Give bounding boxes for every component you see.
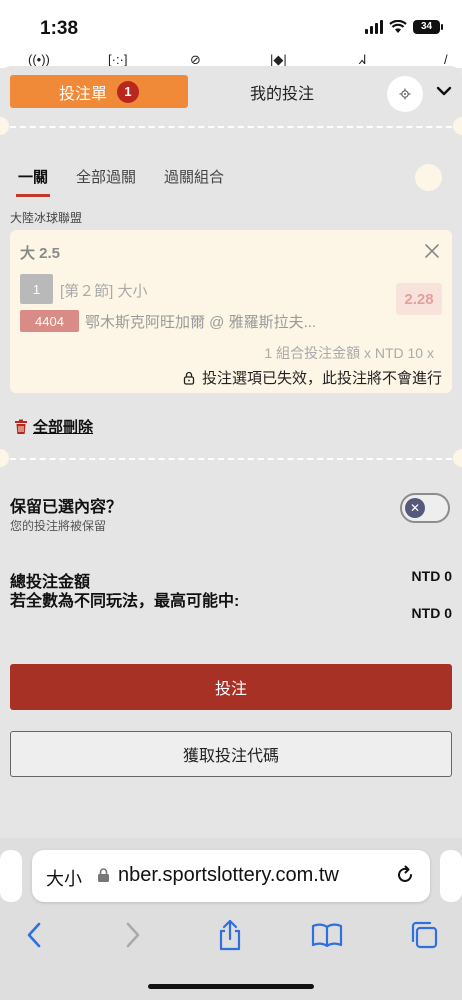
max-win-value: NTD 0 xyxy=(411,605,452,621)
chevron-left-icon xyxy=(27,922,41,948)
chevron-right-icon xyxy=(126,922,140,948)
invalid-notice: 投注選項已失效，此投注將不會進行 xyxy=(182,367,442,388)
tab-parlay-combo[interactable]: 過關組合 xyxy=(164,166,224,187)
delete-all-label: 全部刪除 xyxy=(33,419,94,436)
delete-all-button[interactable]: 全部刪除 xyxy=(14,416,93,437)
ticket-notch xyxy=(453,117,462,135)
bet-type-tabs: 一關 全部過關 過關組合 xyxy=(15,166,252,197)
odds-value: 2.28 xyxy=(396,283,442,315)
event-code-chip: 4404 xyxy=(20,310,79,332)
back-button[interactable] xyxy=(17,918,51,952)
next-tab-edge[interactable] xyxy=(440,850,462,902)
stake-summary: 1 組合投注金額 x NTD 10 x xyxy=(264,345,434,361)
betslip-header: 投注單 1 我的投注 xyxy=(10,75,454,112)
option-toggle[interactable] xyxy=(415,164,442,191)
share-icon xyxy=(219,919,241,951)
trash-icon xyxy=(15,419,27,434)
tabs-icon xyxy=(411,921,438,949)
event-name: 鄂木斯克阿旺加爾 @ 雅羅斯拉夫... xyxy=(85,314,317,331)
place-bet-button[interactable]: 投注 xyxy=(10,664,452,710)
reload-icon[interactable] xyxy=(394,864,416,886)
tab-betslip-label: 投注單 xyxy=(58,85,107,103)
previous-tab-edge[interactable] xyxy=(0,850,22,902)
divider xyxy=(0,458,462,460)
signal-icon xyxy=(365,20,383,34)
betslip-sheet: 投注單 1 我的投注 一關 全部過關 過關組合 大陸冰球聯盟 大 2.5 1 [… xyxy=(0,66,462,846)
home-indicator xyxy=(148,984,314,989)
browser-bottom-bar: 大小 nber.sportslottery.com.tw xyxy=(0,838,462,1000)
forward-button[interactable] xyxy=(116,918,150,952)
total-stake-value: NTD 0 xyxy=(411,568,452,584)
lock-icon xyxy=(183,371,195,385)
tab-all-parlay[interactable]: 全部過關 xyxy=(76,166,136,187)
close-icon[interactable] xyxy=(424,243,440,259)
tabs-button[interactable] xyxy=(407,918,441,952)
book-icon xyxy=(311,923,343,948)
url-text: nber.sportslottery.com.tw xyxy=(118,864,339,886)
ticket-notch xyxy=(453,449,462,467)
bet-card: 大 2.5 1 [第２節] 大小 2.28 4404 鄂木斯克阿旺加爾 @ 雅羅… xyxy=(10,230,452,393)
league-name: 大陸冰球聯盟 xyxy=(10,211,83,225)
keep-selections-title: 保留已選內容？ xyxy=(10,499,123,516)
browser-toolbar xyxy=(0,918,462,954)
wifi-icon xyxy=(389,20,407,33)
tab-single[interactable]: 一關 xyxy=(15,166,51,197)
bookmarks-button[interactable] xyxy=(310,918,344,952)
ticket-notch xyxy=(0,117,9,135)
tab-my-bets[interactable]: 我的投注 xyxy=(210,75,354,108)
betslip-count-badge: 1 xyxy=(117,80,139,103)
settings-button[interactable] xyxy=(387,76,423,112)
battery-icon: 34 xyxy=(413,20,443,34)
period-chip: 1 xyxy=(20,274,53,304)
share-button[interactable] xyxy=(213,918,247,952)
address-bar[interactable]: 大小 nber.sportslottery.com.tw xyxy=(32,850,430,902)
lock-icon xyxy=(98,868,109,882)
divider xyxy=(0,126,462,128)
max-win-label: 若全數為不同玩法，最高可能中: xyxy=(10,593,240,610)
keep-selections-subtitle: 您的投注將被保留 xyxy=(10,519,107,533)
status-icons: 34 xyxy=(365,20,443,34)
ticket-notch xyxy=(0,449,9,467)
toggle-off-icon: ✕ xyxy=(405,498,425,518)
chevron-down-icon[interactable] xyxy=(434,81,454,101)
bet-selection: 大 2.5 xyxy=(20,245,61,262)
text-size-button[interactable]: 大小 xyxy=(46,865,82,891)
total-stake-label: 總投注金額 xyxy=(10,574,91,591)
market-name: [第２節] 大小 xyxy=(60,283,148,300)
gear-icon xyxy=(399,88,411,100)
keep-selections-toggle[interactable]: ✕ xyxy=(400,493,450,523)
tab-betslip[interactable]: 投注單 1 xyxy=(10,75,188,108)
invalid-notice-text: 投注選項已失效，此投注將不會進行 xyxy=(201,370,442,387)
get-bet-code-button[interactable]: 獲取投注代碼 xyxy=(10,731,452,777)
status-time: 1:38 xyxy=(40,18,79,39)
